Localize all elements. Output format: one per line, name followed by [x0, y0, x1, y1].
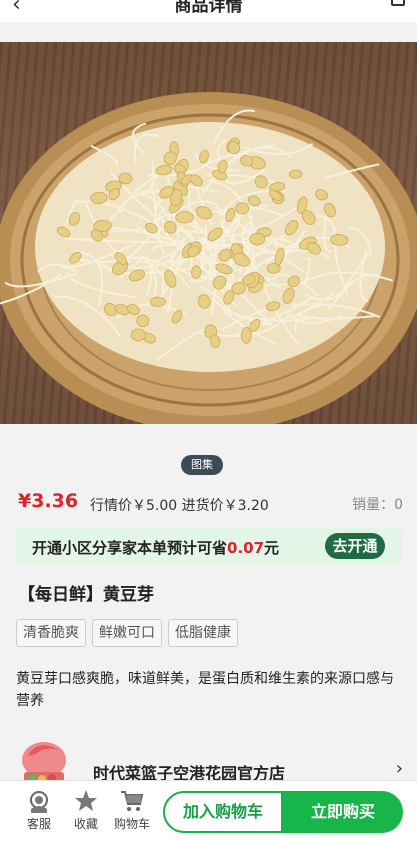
promo-text: 开通小区分享家本单预计可省0.07元	[32, 537, 279, 558]
soybean	[191, 265, 202, 279]
gallery-badge[interactable]: 图集	[181, 455, 223, 475]
page-title: 商品详情	[174, 0, 243, 16]
market-price: 行情价￥5.00	[90, 498, 178, 514]
soybean	[175, 211, 194, 224]
soybean	[130, 328, 146, 342]
buy-now-button[interactable]: 立即购买	[283, 791, 403, 833]
product-tag: 低脂健康	[168, 619, 238, 647]
soybean	[249, 232, 266, 246]
purchase-price: 进货价￥3.20	[181, 498, 269, 514]
soybean	[149, 296, 166, 307]
chevron-right-icon[interactable]: ›	[396, 758, 403, 779]
bottom-action-bar: 客服 收藏 购物车 加入购物车 立即购买	[0, 780, 417, 843]
headset-icon	[30, 791, 48, 813]
sales-label: 销量：	[352, 497, 395, 513]
reference-prices: 行情价￥5.00 进货价￥3.20	[90, 495, 269, 515]
share-icon[interactable]	[391, 0, 405, 6]
favorite-button[interactable]: 收藏	[66, 789, 106, 832]
soybean-sprouts-illustration	[0, 92, 417, 424]
shopping-cart-icon	[121, 791, 144, 811]
sales-value: 0	[394, 497, 403, 513]
promo-text-before: 开通小区分享家本单预计可省	[32, 539, 228, 557]
cart-label: 购物车	[113, 817, 150, 831]
product-tags: 清香脆爽 鲜嫩可口 低脂健康	[16, 619, 244, 647]
activate-button[interactable]: 去开通	[325, 533, 385, 559]
cart-button[interactable]: 购物车	[112, 789, 152, 832]
customer-service-label: 客服	[26, 817, 51, 831]
price: ¥3.36	[18, 490, 79, 512]
add-to-cart-button[interactable]: 加入购物车	[163, 791, 283, 833]
favorite-label: 收藏	[73, 817, 98, 831]
star-icon	[75, 790, 97, 811]
top-nav-bar: ‹ 商品详情	[0, 0, 417, 22]
membership-promo-banner: 开通小区分享家本单预计可省0.07元 去开通	[16, 527, 402, 565]
product-name: 【每日鲜】黄豆芽	[18, 585, 154, 605]
sales-count: 销量：0	[352, 494, 403, 514]
shop-logo	[22, 742, 66, 784]
shop-row[interactable]: 时代菜篮子空港花园官方店 ›	[0, 730, 417, 786]
promo-text-after: 元	[264, 539, 280, 557]
soybean	[289, 169, 303, 179]
product-description: 黄豆芽口感爽脆，味道鲜美，是蛋白质和维生素的来源口感与营养	[16, 671, 394, 709]
promo-saving: 0.07	[227, 539, 265, 557]
product-tag: 鲜嫩可口	[92, 619, 162, 647]
product-image[interactable]	[0, 42, 417, 424]
customer-service-button[interactable]: 客服	[19, 789, 59, 832]
price-row: ¥3.36 行情价￥5.00 进货价￥3.20 销量：0	[18, 490, 403, 516]
product-tag: 清香脆爽	[16, 619, 86, 647]
